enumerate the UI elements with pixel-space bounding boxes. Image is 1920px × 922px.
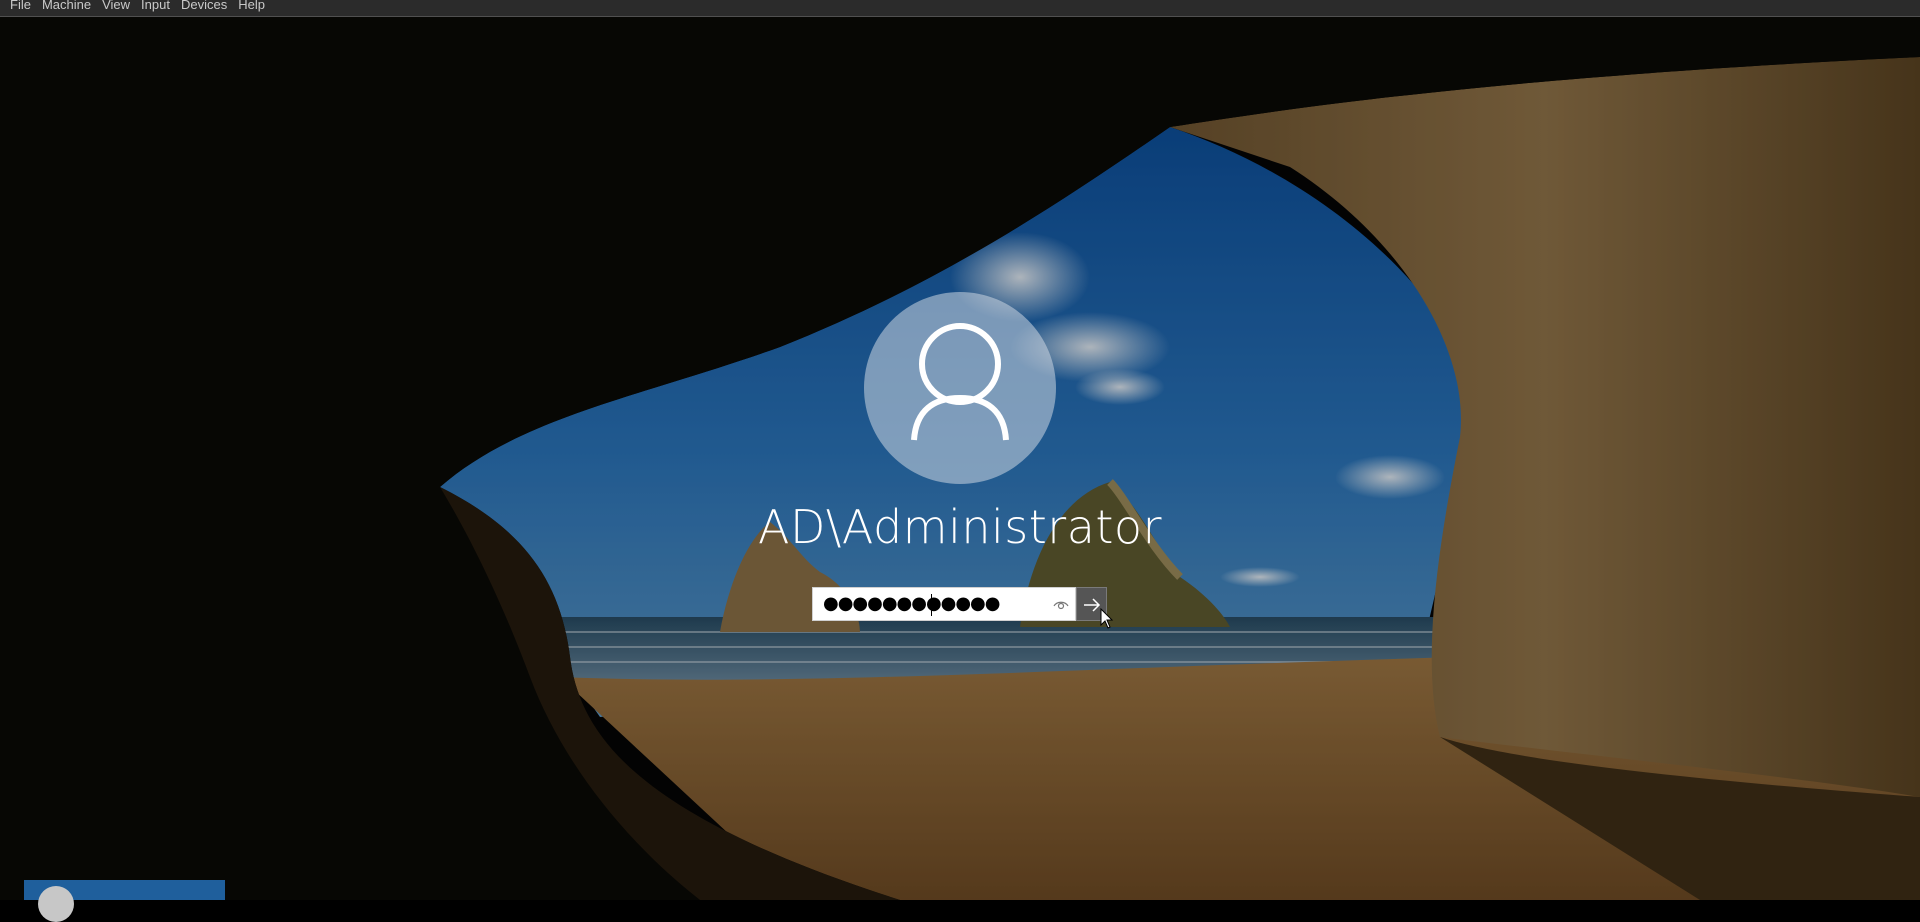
password-field[interactable]: ●●●●●●●●●●●●	[812, 587, 1076, 621]
menu-view[interactable]: View	[91, 0, 130, 12]
user-silhouette-icon	[911, 323, 1009, 441]
eye-icon[interactable]	[1053, 597, 1069, 613]
mouse-pointer-icon	[1100, 608, 1114, 629]
menu-devices[interactable]: Devices	[170, 0, 227, 12]
other-user-tile[interactable]	[24, 880, 225, 922]
vm-menubar: File Machine View Input Devices Help	[0, 0, 1920, 17]
menu-input[interactable]: Input	[130, 0, 170, 12]
username-label: AD\Administrator	[758, 500, 1162, 554]
menu-file[interactable]: File	[0, 0, 31, 12]
user-avatar	[864, 292, 1056, 484]
menu-help[interactable]: Help	[227, 0, 265, 12]
arrow-right-icon	[1084, 598, 1101, 612]
menu-machine[interactable]: Machine	[31, 0, 91, 12]
text-caret	[931, 594, 932, 616]
password-masked-value: ●●●●●●●●●●●●	[823, 593, 1000, 614]
user-tile-avatar	[38, 886, 74, 922]
